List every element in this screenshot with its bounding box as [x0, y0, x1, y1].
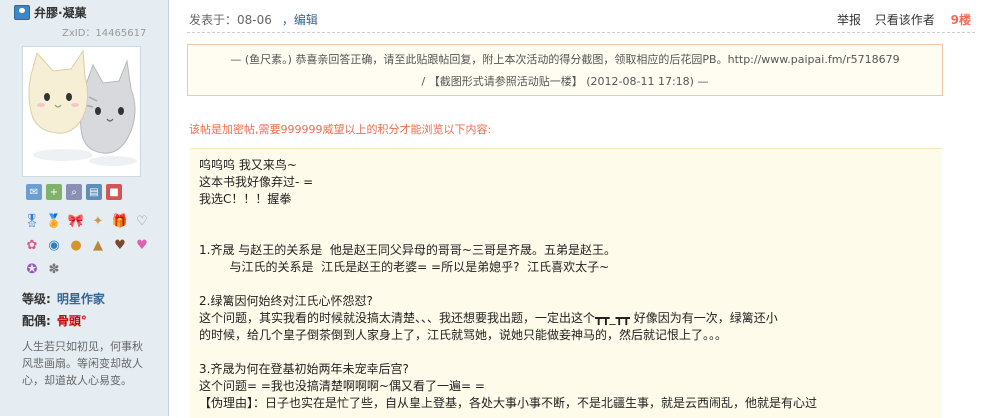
content-line: 这本书我好像弃过- = [199, 175, 314, 189]
medal-ribbon-icon[interactable]: 🎖 [22, 210, 42, 232]
medal-wave-icon[interactable]: ◉ [44, 234, 64, 256]
medal-pet-icon[interactable]: ✽ [44, 258, 64, 280]
medal-list: 🎖 🏅 🎀 ✦ 🎁 ♡ ✿ ◉ ● ▲ ♥ ♥ ✪ ✽ [22, 210, 162, 280]
only-author-link[interactable]: 只看该作者 [875, 13, 935, 27]
edit-link[interactable]: ，编辑 [282, 13, 318, 27]
post-time: 发表于：08-06 [189, 13, 272, 27]
medal-ribbon-icon[interactable]: 🏅 [44, 210, 64, 232]
medal-coin-icon[interactable]: ● [66, 234, 86, 256]
spouse-value[interactable]: 骨頭° [57, 314, 87, 328]
content-line: 呜呜呜 我又来鸟~ [199, 158, 297, 172]
message-icon[interactable]: ✉ [26, 184, 42, 200]
avatar-image [23, 47, 140, 176]
medal-bow-icon[interactable]: 🎀 [66, 210, 86, 232]
notice-line: / 【截图形式请参照活动贴一楼】 (2012-08-11 17:18) — [421, 75, 709, 88]
post-main: 发表于：08-06 ，编辑 举报 只看该作者 9楼 — (鱼尺素。) 恭喜亲回答正… [169, 0, 993, 418]
content-blank [199, 208, 942, 225]
level-value[interactable]: 明星作家 [57, 292, 105, 306]
user-signature: 人生若只如初见，何事秋风悲画扇。等闲变却故人心，却道故人心易变。 [22, 340, 143, 387]
floor-number: 9楼 [950, 13, 971, 27]
avatar[interactable] [22, 46, 141, 177]
medal-necklace-icon[interactable]: ♡ [132, 210, 152, 232]
medal-heart-icon[interactable]: ♥ [132, 234, 152, 256]
content-blank [199, 225, 942, 242]
username-link[interactable]: 弁膠·凝菓 [34, 4, 87, 21]
divider [187, 32, 975, 33]
content-line: 2.绿篱因何始终对江氏心怀怨怼? [199, 294, 373, 308]
user-spouse: 配偶: 骨頭° [22, 312, 87, 329]
content-line: 与江氏的关系是 江氏是赵王的老婆= =所以是弟媳乎? 江氏喜欢太子~ [199, 260, 610, 274]
medal-star-icon[interactable]: ✦ [88, 210, 108, 232]
content-blank [199, 276, 942, 293]
user-level: 等级: 明星作家 [22, 290, 105, 307]
post-actions: 举报 只看该作者 9楼 [827, 11, 971, 28]
content-blank [199, 344, 942, 361]
locked-notice: 该帖是加密帖,需要999999威望以上的积分才能浏览以下内容: [189, 123, 492, 136]
medal-flower-icon[interactable]: ✿ [22, 234, 42, 256]
content-line: 的时候，给几个皇子倒茶倒到人家身上了，江氏就骂她，说她只能做妾神马的，然后就记恨… [199, 328, 728, 342]
content-line: 1.齐晟 与赵王的关系是 他是赵王同父异母的哥哥~三哥是齐晟。五弟是赵王。 [199, 243, 616, 257]
content-line: 这个问题，其实我看的时候就没搞太清楚、、、我还想要我出题，一定出这个┳┳_┳┳ … [199, 311, 778, 325]
user-sidebar: 弁膠·凝菓 ZxID：14465617 ✉ + ⌕ ▤ ■ � [0, 0, 169, 416]
user-status-icon [14, 5, 30, 20]
user-header: 弁膠·凝菓 [0, 0, 168, 22]
group-icon[interactable]: ■ [106, 184, 122, 200]
add-friend-icon[interactable]: + [46, 184, 62, 200]
search-user-icon[interactable]: ⌕ [66, 184, 82, 200]
medal-couple-icon[interactable]: ♥ [110, 234, 130, 256]
post-content: 呜呜呜 我又来鸟~ 这本书我好像弃过- = 我选C！！！握拳 1.齐晟 与赵王的… [190, 148, 942, 418]
medal-purple-icon[interactable]: ✪ [22, 258, 42, 280]
user-action-icons: ✉ + ⌕ ▤ ■ [26, 184, 122, 200]
content-line: 3.齐晟为何在登基初始两年未宠幸后宫? [199, 362, 409, 376]
profile-card-icon[interactable]: ▤ [86, 184, 102, 200]
medal-gift-icon[interactable]: 🎁 [110, 210, 130, 232]
content-line: 【伪理由】：日子也实在是忙了些，自从皇上登基，各处大事小事不断，不是北疆生事，就… [199, 396, 818, 410]
content-line: 我选C！！！握拳 [199, 192, 292, 206]
spouse-label: 配偶: [22, 314, 51, 328]
post-meta: 发表于：08-06 ，编辑 [189, 11, 318, 28]
rating-notice: — (鱼尺素。) 恭喜亲回答正确，请至此贴跟帖回复，附上本次活动的得分截图，领取… [187, 44, 943, 96]
content-line: 这个问题= =我也没搞清楚啊啊啊~偶又看了一遍= = [199, 379, 485, 393]
report-link[interactable]: 举报 [837, 13, 861, 27]
medal-cake-icon[interactable]: ▲ [88, 234, 108, 256]
notice-line: — (鱼尺素。) 恭喜亲回答正确，请至此贴跟帖回复，附上本次活动的得分截图，领取… [230, 53, 900, 66]
level-label: 等级: [22, 292, 51, 306]
user-zxid: ZxID：14465617 [62, 28, 147, 39]
